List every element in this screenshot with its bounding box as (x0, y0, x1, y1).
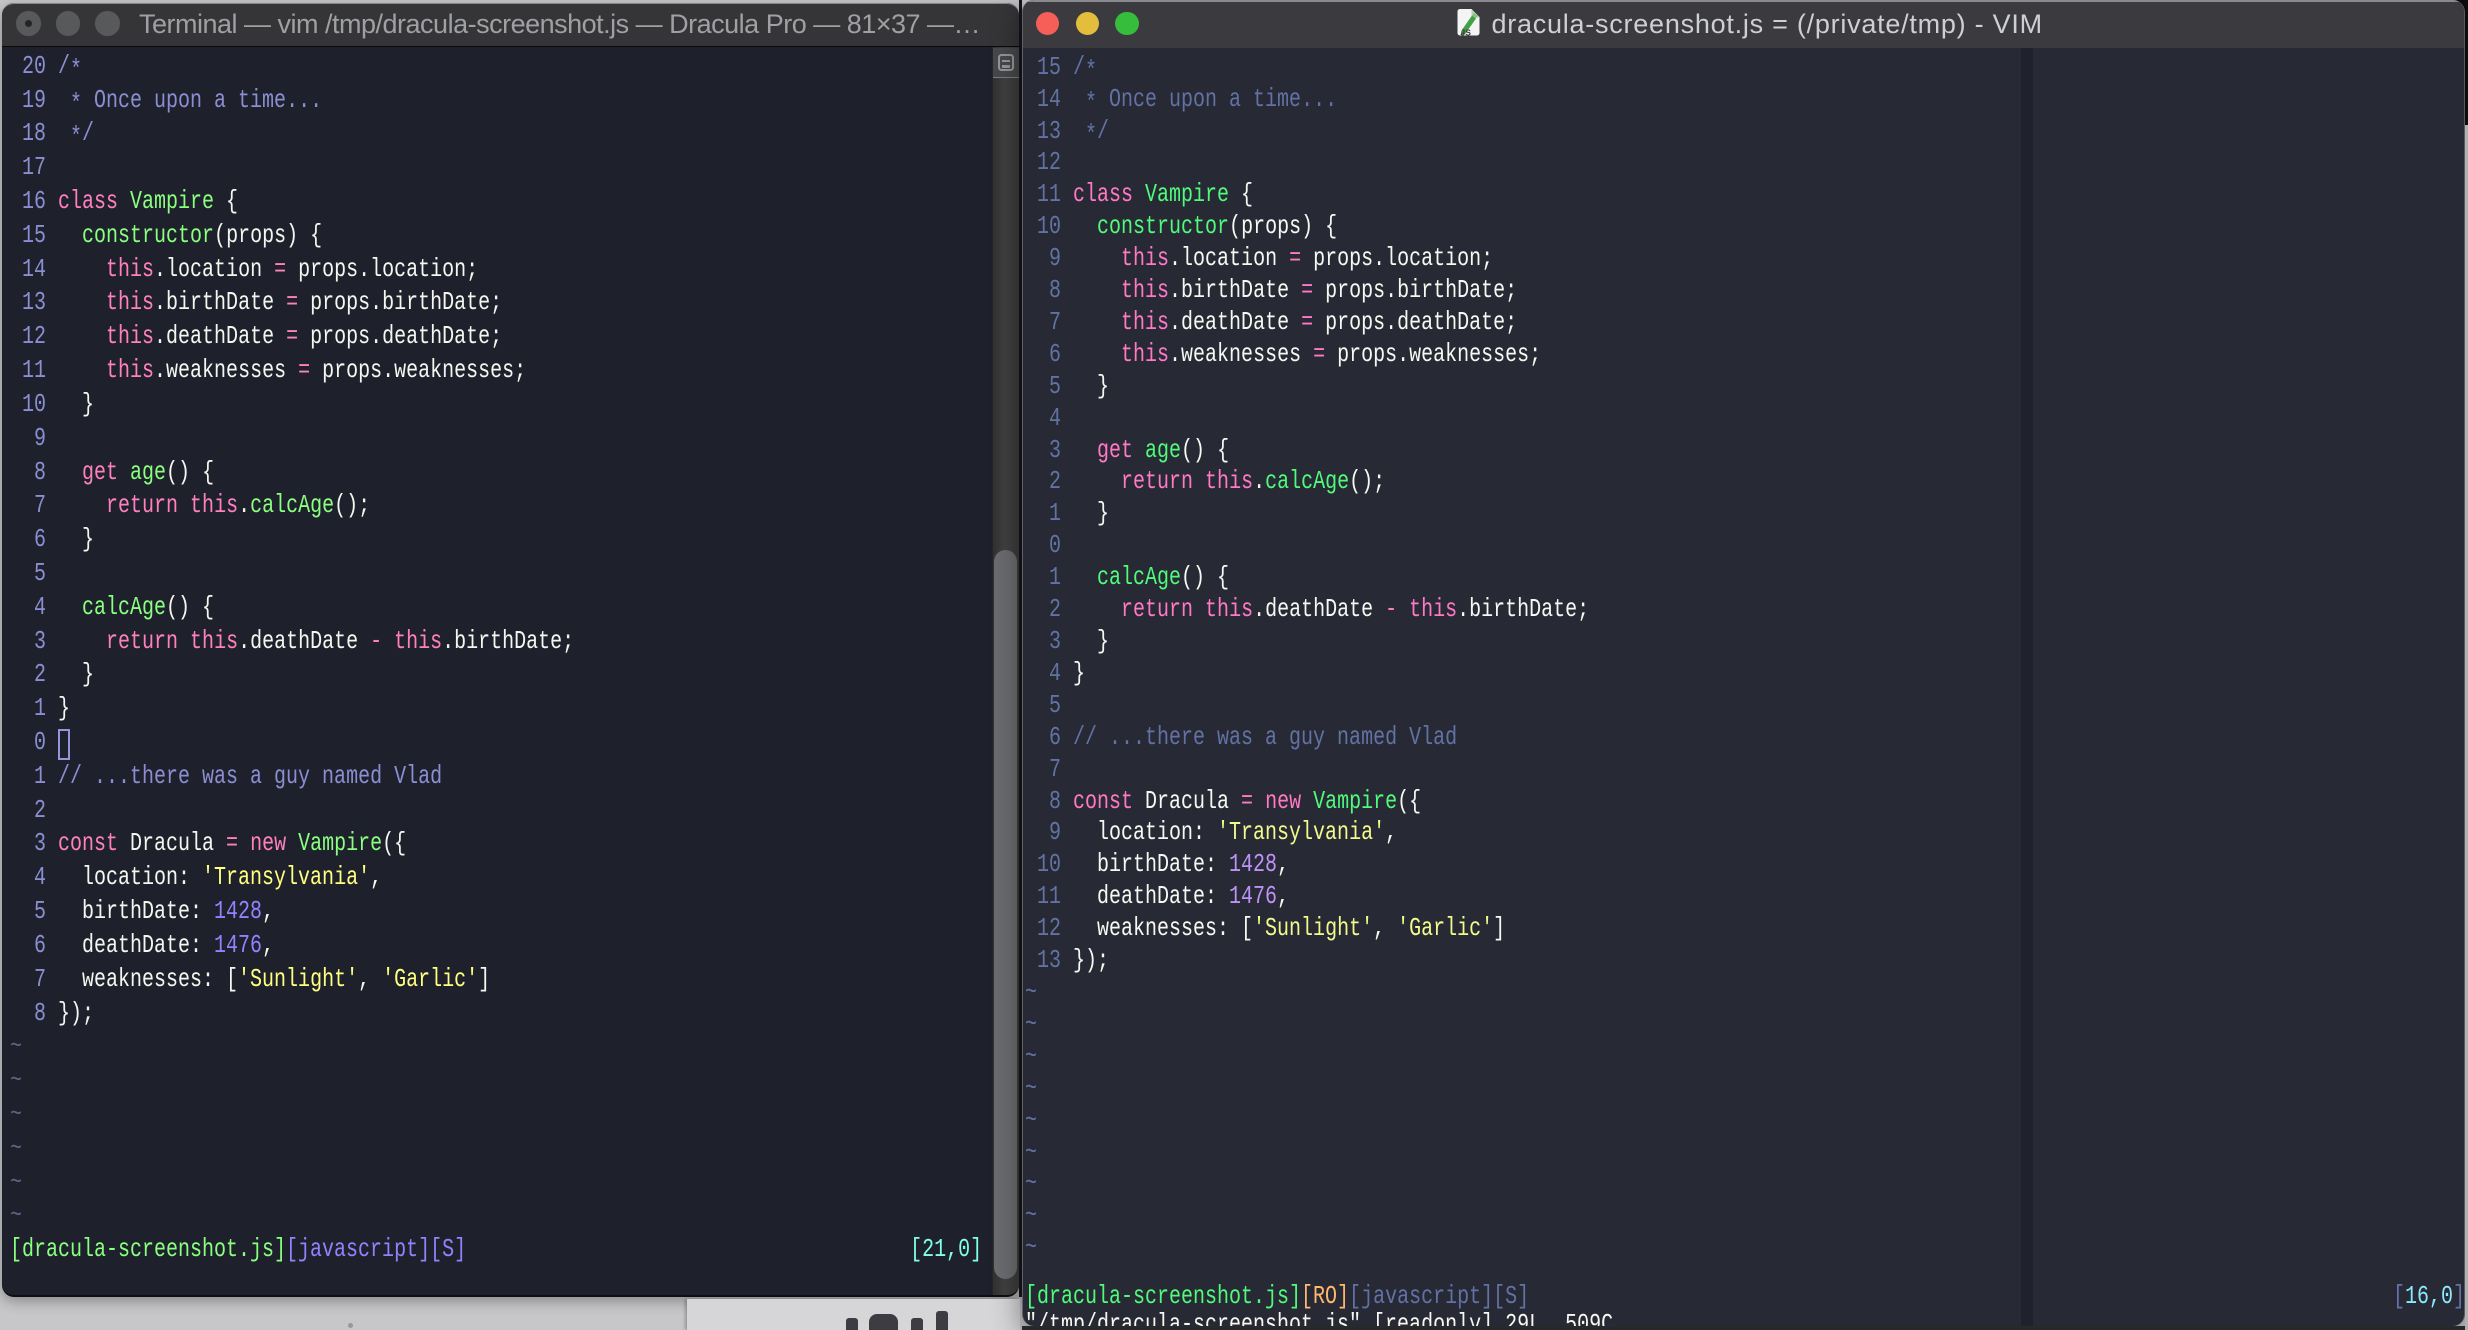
svg-text:JS: JS (1460, 28, 1471, 38)
